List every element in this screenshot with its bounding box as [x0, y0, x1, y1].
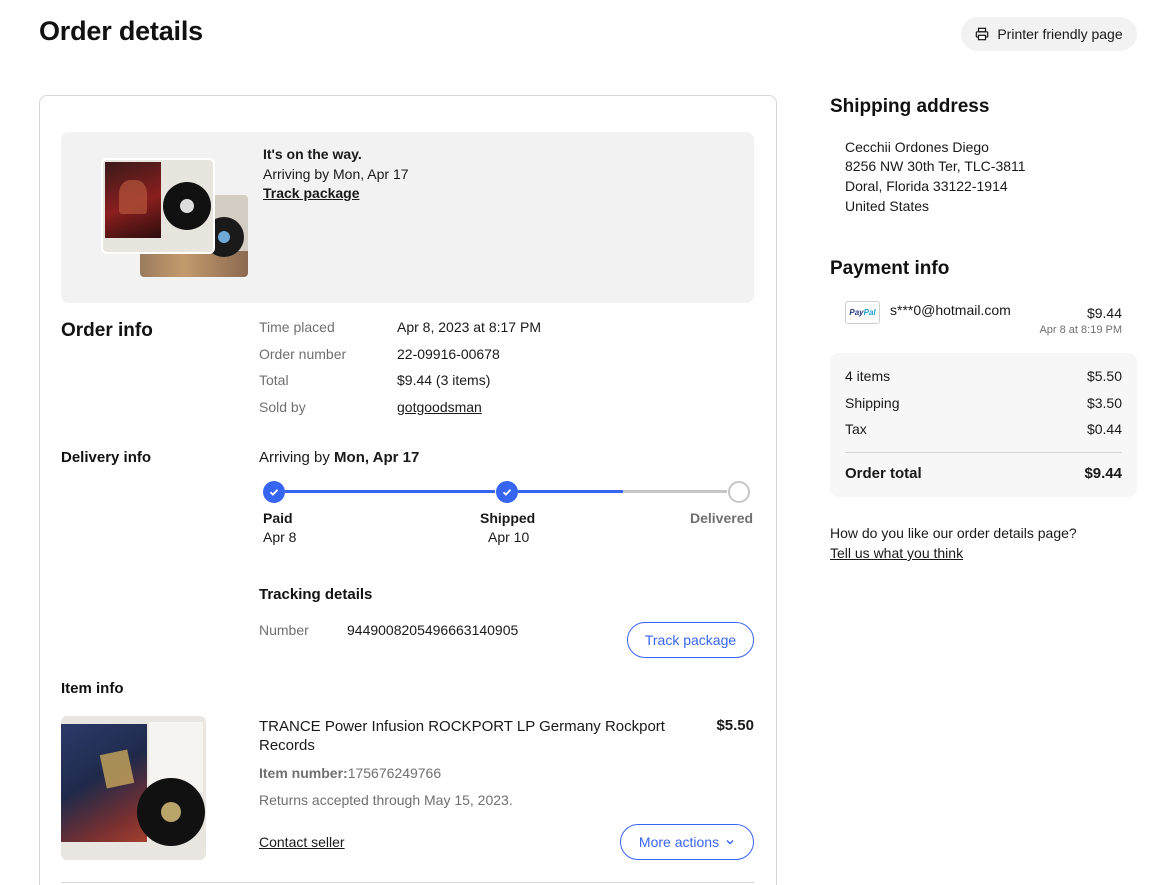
time-placed-label: Time placed [259, 319, 335, 335]
paypal-logo-part1: Pay [849, 308, 864, 317]
order-total-label: Order total [845, 465, 922, 482]
step-shipped-check-icon [496, 481, 518, 503]
total-label: Total [259, 372, 289, 388]
more-actions-button[interactable]: More actions [620, 824, 754, 860]
order-number-value: 22-09916-00678 [397, 346, 500, 362]
item-price: $5.50 [716, 717, 754, 734]
track-package-button[interactable]: Track package [627, 622, 754, 658]
printer-friendly-button[interactable]: Printer friendly page [961, 17, 1137, 51]
delivery-arriving: Arriving by Mon, Apr 17 [259, 449, 419, 466]
item-number-label: Item number: [259, 765, 348, 781]
feedback-question: How do you like our order details page? [830, 525, 1077, 541]
contact-seller-link[interactable]: Contact seller [259, 834, 345, 850]
tracking-details-heading: Tracking details [259, 586, 373, 603]
delivery-info-heading: Delivery info [61, 449, 152, 466]
order-info-heading: Order info [61, 320, 153, 341]
address-street: 8256 NW 30th Ter, TLC-3811 [845, 158, 1026, 174]
order-number-label: Order number [259, 346, 347, 362]
item-returns-policy: Returns accepted through May 15, 2023. [259, 792, 513, 808]
shipping-address-heading: Shipping address [830, 96, 990, 117]
order-total-value: $9.44 [1084, 465, 1122, 482]
item-divider [61, 882, 754, 883]
item-info-heading: Item info [61, 680, 124, 697]
item-number: Item number:175676249766 [259, 765, 441, 781]
summary-shipping-value: $3.50 [1086, 395, 1122, 411]
paypal-logo-part2: Pal [863, 308, 876, 317]
step-delivered-circle-icon [728, 481, 750, 503]
item-number-value: 175676249766 [347, 765, 442, 781]
page-title: Order details [39, 16, 203, 46]
seller-link[interactable]: gotgoodsman [397, 399, 482, 415]
progress-segment-paid-shipped [285, 490, 495, 493]
address-city: Doral, Florida 33122-1914 [845, 178, 1008, 194]
tracking-number: 9449008205496663140905 [347, 622, 519, 638]
address-name: Cecchii Ordones Diego [845, 139, 989, 155]
tracking-number-label: Number [259, 622, 309, 638]
step-delivered-label: Delivered [690, 510, 754, 526]
status-eta: Arriving by Mon, Apr 17 [263, 166, 409, 182]
arriving-date: Mon, Apr 17 [334, 449, 420, 466]
payment-amount: $9.44 [1086, 305, 1122, 321]
summary-divider [845, 452, 1122, 453]
item-title-link[interactable]: TRANCE Power Infusion ROCKPORT LP German… [259, 717, 689, 755]
time-placed-value: Apr 8, 2023 at 8:17 PM [397, 319, 541, 335]
printer-icon [976, 27, 989, 41]
summary-tax-value: $0.44 [1086, 421, 1122, 437]
step-paid-label: Paid [263, 510, 293, 526]
summary-items-label: 4 items [845, 368, 891, 384]
step-paid-date: Apr 8 [263, 529, 297, 545]
more-actions-label: More actions [638, 834, 720, 850]
item-thumbnail-primary[interactable] [103, 160, 213, 252]
item-image[interactable] [61, 716, 206, 860]
progress-segment-remaining [623, 490, 727, 493]
paypal-icon: Pay Pal [845, 301, 880, 324]
printer-friendly-label: Printer friendly page [997, 26, 1123, 42]
chevron-down-icon [726, 840, 734, 845]
track-package-link[interactable]: Track package [263, 185, 360, 201]
status-headline: It's on the way. [263, 146, 362, 162]
arriving-prefix: Arriving by [259, 449, 335, 466]
feedback-link[interactable]: Tell us what you think [830, 545, 963, 561]
progress-segment-shipped-active [518, 490, 623, 493]
summary-shipping-label: Shipping [845, 395, 900, 411]
summary-tax-label: Tax [845, 421, 867, 437]
address-country: United States [845, 198, 930, 214]
total-value: $9.44 (3 items) [397, 372, 491, 388]
step-shipped-date: Apr 10 [488, 529, 530, 545]
sold-by-label: Sold by [259, 399, 306, 415]
step-paid-check-icon [263, 481, 285, 503]
payment-date: Apr 8 at 8:19 PM [1039, 324, 1122, 336]
step-shipped-label: Shipped [480, 510, 536, 526]
payment-info-heading: Payment info [830, 258, 950, 279]
payment-email: s***0@hotmail.com [890, 302, 1011, 318]
summary-items-value: $5.50 [1086, 368, 1122, 384]
